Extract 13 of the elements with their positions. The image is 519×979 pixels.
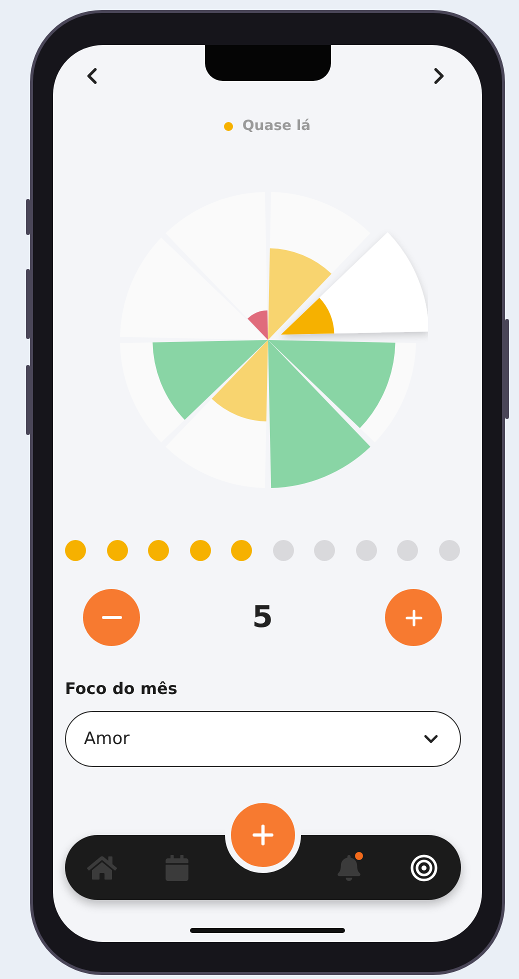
wheel-sector[interactable]: [165, 192, 268, 340]
bell-icon: [336, 854, 362, 880]
target-icon: [410, 854, 438, 882]
selected-wheel-sector[interactable]: [280, 232, 428, 335]
focus-select[interactable]: Amor: [65, 711, 461, 767]
score-value: 5: [252, 600, 273, 635]
minus-icon: [102, 616, 122, 619]
focus-label: Foco do mês: [64, 679, 178, 698]
calendar-icon: [164, 854, 190, 880]
wheel-sector[interactable]: [120, 340, 268, 442]
wheel-sector[interactable]: [268, 340, 370, 488]
status-label: Quase lá: [242, 118, 311, 134]
wheel-sector[interactable]: [120, 238, 268, 340]
